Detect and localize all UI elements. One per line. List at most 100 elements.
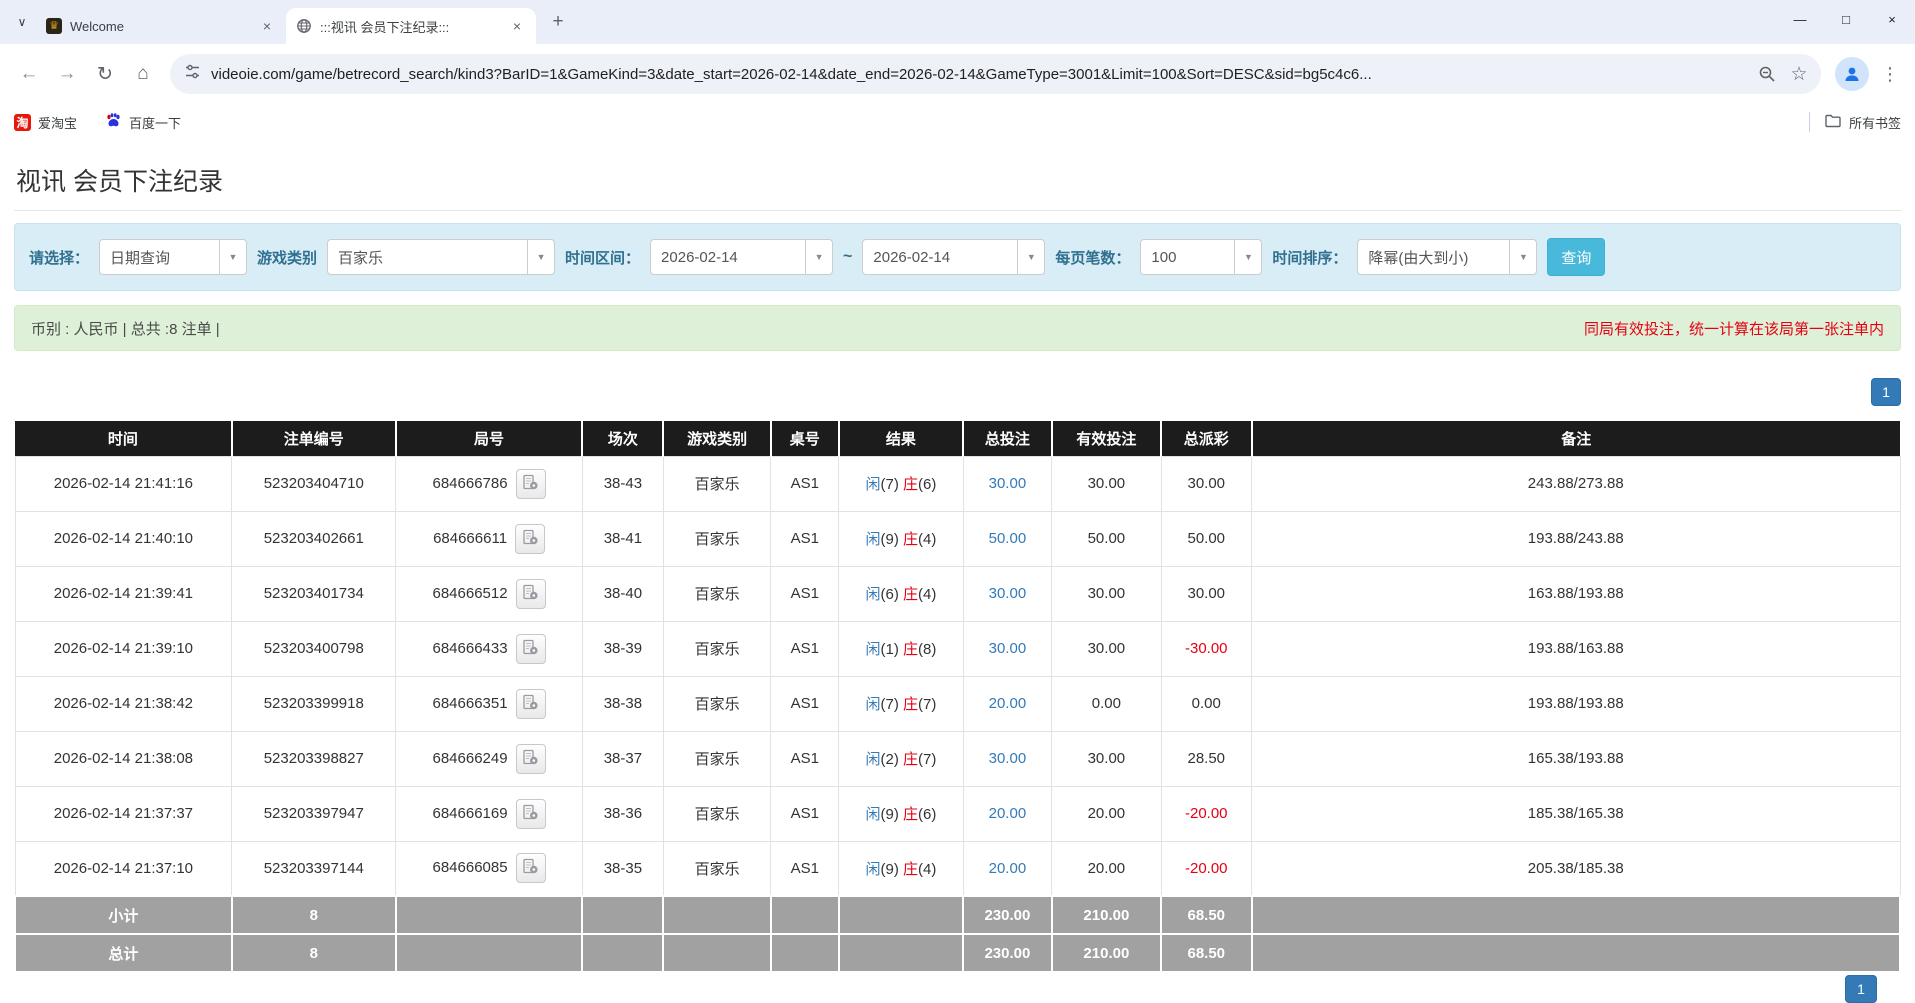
player-points: (7) — [880, 696, 903, 713]
cell-total-bet: 30.00 — [963, 621, 1052, 676]
bookmark-star-icon[interactable]: ☆ — [1783, 58, 1815, 90]
zoom-icon[interactable] — [1751, 58, 1783, 90]
date-start-select[interactable]: 2026-02-14 ▼ — [650, 239, 833, 275]
maximize-button[interactable]: □ — [1823, 0, 1869, 38]
total-row: 总计8230.00210.0068.50 — [15, 934, 1900, 972]
cell-game-kind: 百家乐 — [663, 786, 770, 841]
summary-cell: 小计 — [15, 896, 232, 934]
cell-payout: 30.00 — [1161, 566, 1251, 621]
total-bet-link[interactable]: 20.00 — [989, 805, 1027, 822]
cell-game-kind: 百家乐 — [663, 676, 770, 731]
player-points: (1) — [880, 641, 903, 658]
cell-total-bet: 20.00 — [963, 841, 1052, 896]
bookmark-taobao[interactable]: 淘 爱淘宝 — [14, 113, 77, 132]
page-1-button[interactable]: 1 — [1871, 378, 1901, 406]
site-settings-icon[interactable] — [184, 63, 201, 85]
tab-search-button[interactable]: ∨ — [8, 8, 36, 36]
tab-bet-record[interactable]: :::视讯 会员下注纪录::: × — [286, 8, 536, 44]
video-replay-button[interactable] — [516, 744, 546, 774]
video-replay-button[interactable] — [516, 689, 546, 719]
summary-bar: 币别 : 人民币 | 总共 :8 注单 | 同局有效投注，统一计算在该局第一张注… — [14, 305, 1901, 351]
url-text[interactable]: videoie.com/game/betrecord_search/kind3?… — [211, 66, 1751, 83]
table-row: 2026-02-14 21:39:10523203400798684666433… — [15, 621, 1900, 676]
summary-cell: 8 — [232, 934, 396, 972]
search-button[interactable]: 查询 — [1547, 238, 1605, 276]
summary-cell: 230.00 — [963, 934, 1052, 972]
forward-arrow-icon: → — [58, 63, 77, 85]
sort-select[interactable]: 降幂(由大到小) ▼ — [1357, 239, 1537, 275]
total-bet-link[interactable]: 30.00 — [989, 585, 1027, 602]
column-header: 有效投注 — [1052, 421, 1161, 456]
summary-cell — [582, 934, 663, 972]
game-kind-select[interactable]: 百家乐 ▼ — [327, 239, 555, 275]
cell-time: 2026-02-14 21:37:37 — [15, 786, 232, 841]
video-replay-button[interactable] — [516, 853, 546, 883]
back-button[interactable]: ← — [10, 55, 48, 93]
page-1-button-bottom[interactable]: 1 — [1845, 975, 1877, 1003]
tab-title: Welcome — [70, 19, 250, 34]
reload-button[interactable]: ↻ — [86, 55, 124, 93]
total-bet-link[interactable]: 30.00 — [989, 475, 1027, 492]
page-title: 视讯 会员下注纪录 — [16, 162, 1899, 198]
all-bookmarks-label: 所有书签 — [1849, 113, 1901, 132]
minimize-button[interactable]: — — [1777, 0, 1823, 38]
filter-panel: 请选择： 日期查询 ▼ 游戏类别 百家乐 ▼ 时间区间： 2026-02-14 … — [14, 223, 1901, 291]
player-label: 闲 — [865, 641, 880, 658]
player-points: (9) — [880, 806, 903, 823]
query-type-select[interactable]: 日期查询 ▼ — [99, 239, 247, 275]
cell-valid-bet: 30.00 — [1052, 566, 1161, 621]
profile-avatar[interactable] — [1835, 57, 1869, 91]
column-header: 场次 — [582, 421, 663, 456]
player-label: 闲 — [865, 696, 880, 713]
video-replay-button[interactable] — [516, 579, 546, 609]
divider — [1809, 112, 1810, 132]
bookmarks-bar: 淘 爱淘宝 百度一下 所有书签 — [0, 104, 1915, 140]
video-replay-button[interactable] — [516, 799, 546, 829]
close-window-button[interactable]: × — [1869, 0, 1915, 38]
date-end-select[interactable]: 2026-02-14 ▼ — [862, 239, 1045, 275]
cell-table-number: AS1 — [771, 621, 839, 676]
column-header: 备注 — [1252, 421, 1901, 456]
total-bet-link[interactable]: 30.00 — [989, 640, 1027, 657]
total-bet-link[interactable]: 30.00 — [989, 750, 1027, 767]
video-replay-button[interactable] — [516, 469, 546, 499]
summary-cell — [663, 934, 770, 972]
cell-table-number: AS1 — [771, 456, 839, 511]
all-bookmarks-button[interactable]: 所有书签 — [1809, 112, 1901, 133]
bookmark-label: 百度一下 — [129, 113, 181, 132]
forward-button[interactable]: → — [48, 55, 86, 93]
per-page-label: 每页笔数： — [1055, 247, 1130, 268]
cell-session: 38-39 — [582, 621, 663, 676]
cell-time: 2026-02-14 21:38:42 — [15, 676, 232, 731]
home-icon: ⌂ — [137, 63, 148, 85]
banker-label: 庄 — [903, 531, 918, 548]
sort-label: 时间排序： — [1272, 247, 1347, 268]
banker-points: (7) — [918, 696, 936, 713]
banker-points: (4) — [918, 531, 936, 548]
total-bet-link[interactable]: 50.00 — [989, 530, 1027, 547]
banker-label: 庄 — [903, 806, 918, 823]
tab-welcome[interactable]: ♛ Welcome × — [36, 8, 286, 44]
close-tab-icon[interactable]: × — [258, 17, 276, 35]
cell-payout: -20.00 — [1161, 786, 1251, 841]
total-bet-link[interactable]: 20.00 — [989, 860, 1027, 877]
cell-table-number: AS1 — [771, 841, 839, 896]
cell-payout: -20.00 — [1161, 841, 1251, 896]
bookmark-baidu[interactable]: 百度一下 — [105, 112, 181, 132]
address-bar[interactable]: videoie.com/game/betrecord_search/kind3?… — [170, 54, 1821, 94]
per-page-select[interactable]: 100 ▼ — [1140, 239, 1262, 275]
table-row: 2026-02-14 21:37:10523203397144684666085… — [15, 841, 1900, 896]
browser-menu-button[interactable]: ⋮ — [1875, 64, 1905, 85]
summary-cell — [1252, 934, 1901, 972]
home-button[interactable]: ⌂ — [124, 55, 162, 93]
cell-result: 闲(1) 庄(8) — [839, 621, 963, 676]
banker-points: (4) — [918, 586, 936, 603]
film-reel-icon — [522, 858, 539, 878]
video-replay-button[interactable] — [515, 524, 545, 554]
total-bet-link[interactable]: 20.00 — [989, 695, 1027, 712]
cell-time: 2026-02-14 21:39:10 — [15, 621, 232, 676]
round-number: 684666433 — [433, 639, 508, 656]
close-tab-icon[interactable]: × — [508, 17, 526, 35]
new-tab-button[interactable]: + — [544, 8, 572, 36]
video-replay-button[interactable] — [516, 634, 546, 664]
